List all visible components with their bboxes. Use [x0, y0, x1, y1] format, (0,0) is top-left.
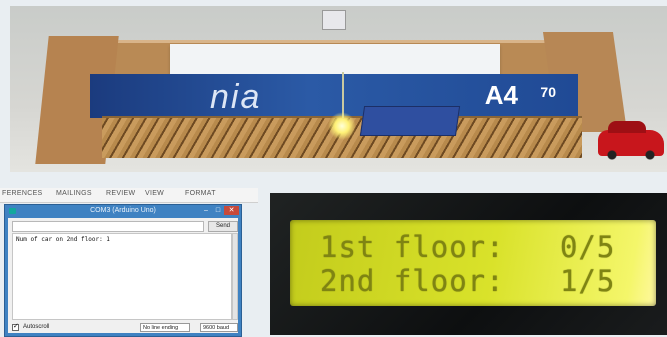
ribbon-tabs: FERENCES MAILINGS REVIEW VIEW FORMAT — [0, 188, 258, 203]
send-input[interactable] — [12, 221, 204, 232]
line-ending-select[interactable]: No line ending — [140, 323, 190, 332]
lcd-line-2: 2nd floor: 1/5 — [320, 264, 616, 298]
paper-weight-label: 70 — [540, 84, 556, 100]
baud-rate-select[interactable]: 9600 baud — [200, 323, 238, 332]
lcd-screen: 1st floor: 0/5 2nd floor: 1/5 — [290, 220, 656, 306]
serial-monitor-window: COM3 (Arduino Uno) – □ ✕ Send Num of car… — [4, 204, 242, 337]
autoscroll-label: Autoscroll — [23, 324, 50, 330]
output-scrollbar[interactable] — [232, 233, 238, 320]
maximize-button[interactable]: □ — [213, 206, 223, 215]
paper-box-front: nia A4 70 — [90, 74, 578, 118]
ribbon-tab[interactable]: MAILINGS — [56, 190, 92, 197]
ribbon-tab[interactable]: VIEW — [145, 190, 164, 197]
toy-car — [598, 121, 664, 160]
serial-output: Num of car on 2nd floor: 1 — [12, 233, 232, 320]
output-line: Num of car on 2nd floor: 1 — [16, 236, 110, 243]
lit-led — [328, 112, 356, 140]
ribbon-tab[interactable]: FERENCES — [2, 190, 43, 197]
lcd-line-1: 1st floor: 0/5 — [320, 230, 616, 264]
paper-size-label: A4 — [484, 80, 518, 110]
lcd-display-photo: 1st floor: 0/5 2nd floor: 1/5 — [270, 193, 667, 335]
minimize-button[interactable]: – — [201, 206, 211, 215]
send-button[interactable]: Send — [208, 221, 238, 232]
serial-bottom-bar: Autoscroll No line ending 9600 baud — [12, 322, 238, 333]
box-brand-text: nia — [210, 78, 262, 116]
title-bar[interactable]: COM3 (Arduino Uno) – □ ✕ — [5, 205, 241, 217]
ribbon-tab[interactable]: REVIEW — [106, 190, 135, 197]
serial-client-area: Send Num of car on 2nd floor: 1 Autoscro… — [8, 218, 238, 333]
autoscroll-checkbox[interactable] — [12, 322, 19, 331]
sensor-board — [359, 106, 461, 136]
parking-model-photo: nia A4 70 — [10, 6, 667, 172]
ribbon-tab[interactable]: FORMAT — [185, 190, 216, 197]
top-sign — [322, 10, 346, 30]
close-button[interactable]: ✕ — [224, 206, 239, 215]
